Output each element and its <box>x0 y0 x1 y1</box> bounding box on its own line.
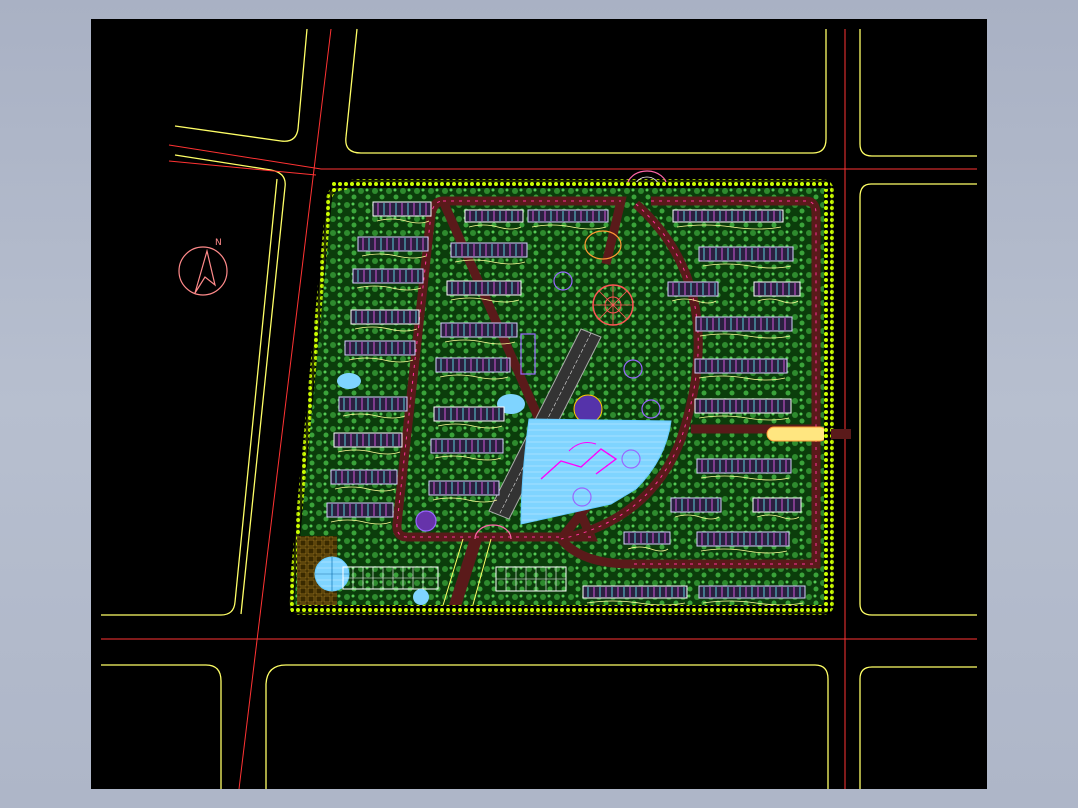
cad-viewport[interactable]: N <box>91 19 987 789</box>
central-plaza-rose <box>592 284 634 326</box>
north-label: N <box>215 238 222 248</box>
south-hedge <box>291 605 831 612</box>
north-hedge <box>331 182 831 188</box>
site-plan-drawing: N <box>101 28 977 789</box>
east-hedge <box>824 189 831 609</box>
north-arrow-icon: N <box>178 238 228 296</box>
